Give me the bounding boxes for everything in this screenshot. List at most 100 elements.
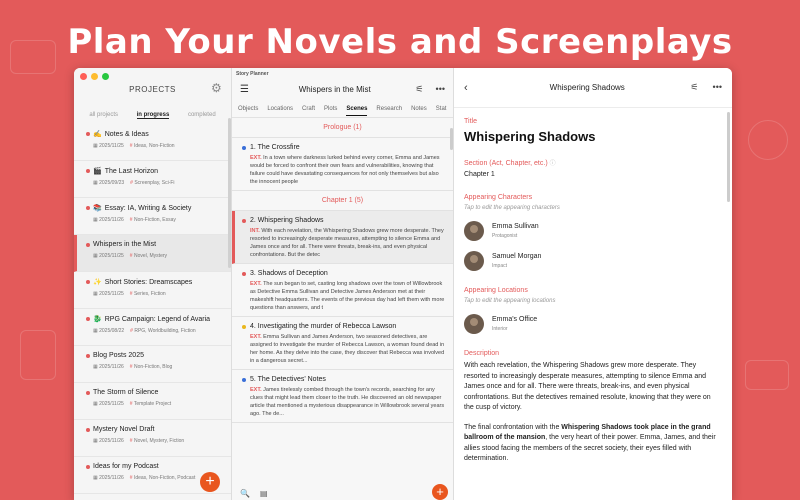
scene-card[interactable]: 3. Shadows of Deception EXT. The sun bega…	[232, 264, 453, 317]
status-dot	[86, 242, 90, 247]
scene-summary: EXT. Emma Sullivan and James Anderson, t…	[242, 333, 445, 365]
project-date: ▦ 2025/11/26	[93, 217, 124, 223]
background-doodle	[745, 360, 789, 390]
tab-all-projects[interactable]: all projects	[89, 112, 118, 118]
project-item[interactable]: 🎬 The Last Horizon ▦ 2025/09/23 # Screenpla…	[74, 161, 231, 198]
entity-row[interactable]: Emma Sullivan Protagonist	[464, 221, 722, 241]
more-icon[interactable]: •••	[436, 84, 445, 95]
scene-status-dot	[242, 324, 246, 329]
tab-objects[interactable]: Objects	[238, 106, 258, 117]
project-tags-text: Novel, Mystery	[133, 253, 168, 259]
locations-hint[interactable]: Tap to edit the appearing locations	[464, 298, 722, 304]
project-item[interactable]: ✨ Short Stories: Dreamscapes ▦ 2025/11/25 #…	[74, 272, 231, 309]
storyboard-icon[interactable]: ▤	[260, 489, 268, 498]
sliders-icon[interactable]: ⚟	[690, 82, 698, 93]
section-field[interactable]: Chapter 1	[464, 171, 722, 178]
project-name-row: The Storm of Silence	[86, 389, 223, 396]
entity-row[interactable]: Emma's Office Interior	[464, 314, 722, 334]
back-icon[interactable]: ‹	[464, 82, 484, 94]
project-name-row: Ideas for my Podcast	[86, 463, 223, 470]
scene-summary: EXT. The sun began to set, casting long …	[242, 280, 445, 312]
scenes-scrollbar[interactable]	[450, 128, 453, 150]
scene-card[interactable]: 4. Investigating the murder of Rebecca L…	[232, 317, 453, 370]
project-tags: # Novel, Mystery, Fiction	[130, 438, 184, 444]
scene-status-dot	[242, 377, 246, 382]
scene-summary-text: James tirelessly combed through the town…	[250, 387, 445, 417]
project-name-row: ✍️ Notes & Ideas	[86, 130, 223, 138]
project-item[interactable]: 📚 Essay: IA, Writing & Society ▦ 2025/11/2…	[74, 198, 231, 235]
project-date-text: 2025/09/23	[99, 180, 125, 186]
project-date: ▦ 2025/08/22	[93, 328, 124, 334]
project-name: The Last Horizon	[104, 167, 159, 175]
tab-craft[interactable]: Craft	[302, 106, 315, 117]
project-date: ▦ 2025/11/25	[93, 401, 124, 407]
menu-icon[interactable]: ☰	[240, 84, 254, 95]
detail-scrollbar[interactable]	[727, 112, 730, 202]
project-tags: # Ideas, Non-Fiction, Podcast	[130, 475, 196, 481]
add-scene-button[interactable]: +	[432, 484, 448, 500]
project-date-text: 2025/11/25	[99, 291, 124, 297]
project-emoji: ✨	[93, 279, 102, 286]
entity-row[interactable]: Samuel Morgan Impact	[464, 251, 722, 271]
project-item[interactable]: Blog Posts 2025 ▦ 2025/11/26 # Non-Fiction…	[74, 346, 231, 383]
projects-panel: PROJECTS ⚙ all projects in progress comp…	[74, 68, 232, 500]
scene-card[interactable]: 1. The Crossfire EXT. In a town where dar…	[232, 138, 453, 191]
project-meta: ▦ 2025/09/23 # Screenplay, Sci-Fi	[86, 180, 223, 186]
project-date-text: 2025/11/26	[99, 438, 124, 444]
projects-title: PROJECTS	[129, 84, 176, 94]
project-item[interactable]: Mystery Novel Draft ▦ 2025/11/26 # Novel, …	[74, 420, 231, 457]
section-heading[interactable]: Prologue (1)	[232, 118, 453, 138]
search-icon[interactable]: 🔍	[240, 489, 250, 498]
section-heading[interactable]: Chapter 1 (5)	[232, 191, 453, 211]
add-project-button[interactable]: +	[200, 472, 220, 492]
project-name-row: ✨ Short Stories: Dreamscapes	[86, 278, 223, 286]
project-tags: # Non-Fiction, Blog	[130, 364, 173, 370]
entity-role: Interior	[492, 326, 508, 332]
status-dot	[86, 353, 90, 358]
tab-in-progress[interactable]: in progress	[136, 112, 170, 119]
tab-completed[interactable]: completed	[188, 112, 216, 118]
project-date: ▦ 2025/09/23	[93, 180, 124, 186]
scene-card[interactable]: 2. Whispering Shadows INT. With each reve…	[232, 211, 453, 264]
tab-notes[interactable]: Notes	[411, 106, 427, 117]
project-item[interactable]: ✍️ Notes & Ideas ▦ 2025/11/25 # Ideas, Non-…	[74, 124, 231, 161]
entity-info: Samuel Morgan Impact	[492, 253, 541, 269]
scenes-toolbar: 🔍 ▤	[232, 486, 453, 500]
app-window: PROJECTS ⚙ all projects in progress comp…	[74, 68, 732, 500]
project-date-text: 2025/11/26	[99, 217, 124, 223]
scene-status-dot	[242, 218, 246, 223]
characters-hint[interactable]: Tap to edit the appearing characters	[464, 205, 722, 211]
project-tags-text: Series, Fiction	[133, 291, 166, 297]
scene-title-row: 5. The Detectives' Notes	[242, 376, 445, 383]
scene-title-row: 1. The Crossfire	[242, 144, 445, 151]
projects-scrollbar[interactable]	[228, 118, 231, 268]
project-tags-text: Screenplay, Sci-Fi	[134, 180, 175, 186]
info-icon[interactable]: ⓘ	[550, 161, 556, 167]
project-tags: # RPG, Worldbuilding, Fiction	[130, 328, 196, 334]
tab-stat[interactable]: Stat	[436, 106, 447, 117]
gear-icon[interactable]: ⚙	[211, 82, 223, 94]
more-icon[interactable]: •••	[713, 82, 722, 93]
project-name-row: 🎬 The Last Horizon	[86, 167, 223, 175]
project-meta: ▦ 2025/11/26 # Novel, Mystery, Fiction	[86, 438, 223, 444]
project-date: ▦ 2025/11/26	[93, 438, 124, 444]
tab-research[interactable]: Research	[376, 106, 402, 117]
scene-title: 2. Whispering Shadows	[250, 217, 324, 224]
scene-title: 3. Shadows of Deception	[250, 270, 328, 277]
project-item[interactable]: 🐉 RPG Campaign: Legend of Avaria ▦ 2025/08…	[74, 309, 231, 346]
project-name: Mystery Novel Draft	[93, 426, 155, 433]
description-text: The final confrontation with the	[464, 423, 562, 431]
title-field[interactable]: Whispering Shadows	[464, 129, 722, 144]
scene-summary-text: The sun began to set, casting long shado…	[250, 281, 445, 311]
tab-locations[interactable]: Locations	[267, 106, 293, 117]
project-item[interactable]: Whispers in the Mist ▦ 2025/11/25 # Novel,…	[74, 235, 231, 272]
project-item[interactable]: The Storm of Silence ▦ 2025/11/25 # Templa…	[74, 383, 231, 420]
sliders-icon[interactable]: ⚟	[415, 84, 423, 95]
description-paragraph[interactable]: The final confrontation with the Whisper…	[464, 423, 722, 465]
project-tags-text: Non-Fiction, Essay	[133, 217, 176, 223]
tab-plots[interactable]: Plots	[324, 106, 337, 117]
tab-scenes[interactable]: Scenes	[346, 106, 368, 116]
description-paragraph[interactable]: With each revelation, the Whispering Sha…	[464, 361, 722, 414]
scene-location-type: EXT.	[250, 281, 262, 287]
scene-card[interactable]: 5. The Detectives' Notes EXT. James tirel…	[232, 370, 453, 423]
